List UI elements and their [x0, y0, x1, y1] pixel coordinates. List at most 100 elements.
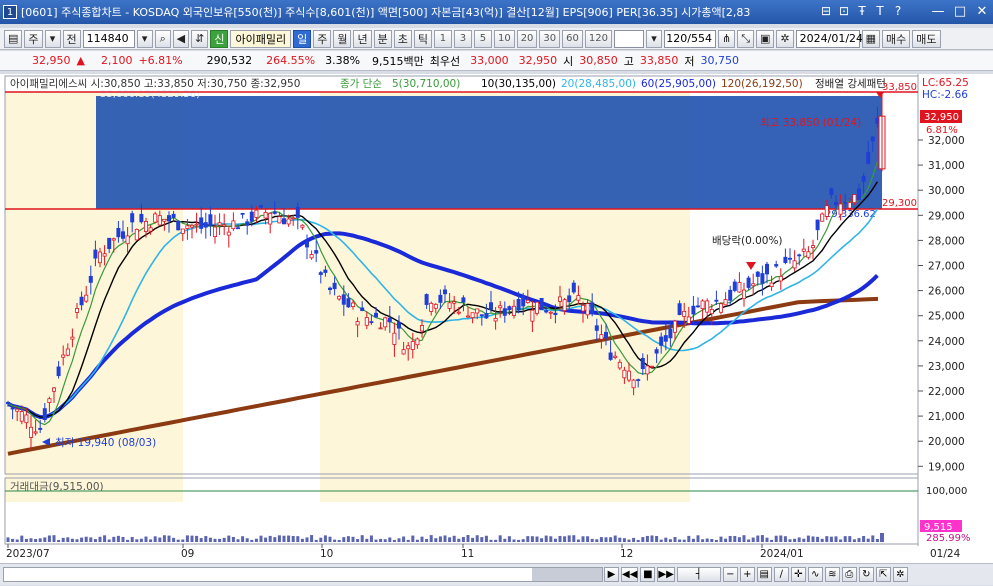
layout-icon[interactable]: ▤	[4, 29, 23, 48]
volume-bar	[747, 539, 751, 542]
save-icon[interactable]: ▣	[756, 29, 775, 48]
interval-5[interactable]: 5	[473, 29, 492, 48]
candle-body	[728, 289, 733, 301]
sell-button[interactable]: 매도	[912, 29, 941, 48]
volume-bar	[185, 535, 189, 542]
time-tick-label: 2023/07	[6, 548, 50, 560]
volume-bar	[783, 536, 787, 542]
rewind-icon[interactable]: ◀◀	[621, 567, 639, 582]
candle-body	[820, 213, 825, 222]
candle-body	[829, 188, 834, 195]
volume-bar	[678, 539, 682, 542]
calendar-icon[interactable]: ▦	[861, 29, 881, 48]
period-year[interactable]: 년	[353, 29, 372, 48]
interval-3[interactable]: 3	[453, 29, 472, 48]
count-input[interactable]: 120/554	[663, 29, 716, 48]
maximize-icon[interactable]: □	[953, 4, 967, 19]
link-icon[interactable]: ⊡	[837, 4, 851, 18]
buy-button[interactable]: 매수	[882, 29, 911, 48]
forward-icon[interactable]: ▶▶	[657, 567, 675, 582]
candle-body	[677, 303, 682, 315]
interval-10[interactable]: 10	[493, 29, 515, 48]
zoom-out-icon[interactable]: −	[722, 567, 738, 582]
volume-bar	[862, 536, 866, 542]
volume-bar	[66, 537, 70, 542]
volume-bar	[11, 538, 15, 542]
candle-body	[824, 205, 829, 217]
zoom-in-icon[interactable]: +	[739, 567, 755, 582]
search-icon[interactable]: ⌕	[154, 29, 171, 48]
date-input[interactable]: 2024/01/24	[795, 29, 863, 48]
split-icon[interactable]: ⋔	[717, 29, 736, 48]
cross-icon[interactable]: ✛	[790, 567, 806, 582]
chart-scrollbar[interactable]	[3, 567, 603, 582]
candle-body	[263, 211, 268, 219]
candle-body	[346, 298, 351, 308]
chart-svg[interactable]: 아이패밀리에스씨 시:30,850 고:33,850 저:30,750 종:32…	[0, 74, 993, 569]
print-icon[interactable]: ⎙	[841, 567, 857, 582]
dividend-label: 배당락(0.00%)	[712, 235, 783, 247]
prev-button[interactable]: 전	[62, 29, 81, 48]
chart-pane-icon[interactable]: ▤	[756, 567, 772, 582]
candle-body	[567, 295, 572, 303]
grid-icon[interactable]: ⊟	[819, 4, 833, 18]
window-index: 1	[3, 5, 17, 19]
period-second[interactable]: 초	[393, 29, 412, 48]
interval-1[interactable]: 1	[433, 29, 452, 48]
candle-body	[70, 336, 75, 340]
candle-body	[488, 302, 493, 310]
scroll-thumb[interactable]	[532, 568, 602, 581]
stock-code-input[interactable]: 114840	[82, 29, 135, 48]
settings-icon[interactable]: ✲	[892, 567, 908, 582]
candle-body	[383, 317, 388, 328]
help-icon[interactable]: ?	[891, 4, 905, 18]
dividend-arrow-icon	[746, 262, 756, 270]
candle-body	[663, 335, 668, 342]
candle-body	[719, 303, 724, 313]
volume-bar	[333, 539, 337, 542]
candle-body	[617, 361, 622, 369]
interval-30[interactable]: 30	[539, 29, 561, 48]
overlay-icon[interactable]: ≋	[824, 567, 840, 582]
interval-custom-input[interactable]	[613, 29, 644, 48]
volume-bar	[158, 537, 162, 542]
volume-bar	[448, 537, 452, 542]
text-icon[interactable]: T	[873, 4, 887, 18]
period-tick[interactable]: 틱	[413, 29, 432, 48]
interval-60[interactable]: 60	[562, 29, 583, 48]
interval-dropdown-icon[interactable]: ▾	[645, 29, 662, 48]
volume-bar	[774, 535, 778, 542]
zoom-bar-icon[interactable]: ┤	[676, 567, 721, 582]
code-dropdown-icon[interactable]: ▾	[136, 29, 153, 48]
time-axis-last: 01/24	[930, 548, 961, 560]
volume-bar	[84, 536, 88, 542]
volume-bar	[149, 539, 153, 542]
scroll-right-icon[interactable]: ▶	[604, 567, 619, 582]
candle-body	[470, 312, 475, 319]
draw-line-icon[interactable]: ∕	[773, 567, 789, 582]
minimize-icon[interactable]: —	[931, 4, 945, 19]
candle-body	[217, 222, 222, 226]
gear-icon[interactable]: ✲	[776, 29, 794, 48]
period-week[interactable]: 주	[313, 29, 332, 48]
refresh-icon[interactable]: ↻	[858, 567, 874, 582]
indicator-icon[interactable]: ∿	[807, 567, 823, 582]
font-icon[interactable]: Ŧ	[855, 4, 869, 18]
speaker-icon[interactable]: ◀	[172, 29, 190, 48]
chart-type-icon[interactable]: ⤡	[737, 29, 755, 48]
market-select[interactable]: 주	[24, 29, 43, 48]
expand-icon[interactable]: ⇱	[875, 567, 891, 582]
close-icon[interactable]: ✕	[975, 4, 989, 19]
volume-bar	[314, 539, 318, 542]
period-day[interactable]: 일	[293, 29, 312, 48]
stock-name: 아이패밀리	[230, 29, 292, 48]
period-month[interactable]: 월	[333, 29, 352, 48]
period-minute[interactable]: 분	[373, 29, 392, 48]
scroll-icon[interactable]: ⇵	[191, 29, 209, 48]
stop-icon[interactable]: ■	[640, 567, 656, 582]
candle-body	[332, 282, 337, 290]
market-dropdown-icon[interactable]: ▾	[44, 29, 61, 48]
interval-20[interactable]: 20	[516, 29, 538, 48]
interval-120[interactable]: 120	[584, 29, 612, 48]
stock-chart[interactable]: 아이패밀리에스씨 시:30,850 고:33,850 저:30,750 종:32…	[0, 74, 993, 569]
